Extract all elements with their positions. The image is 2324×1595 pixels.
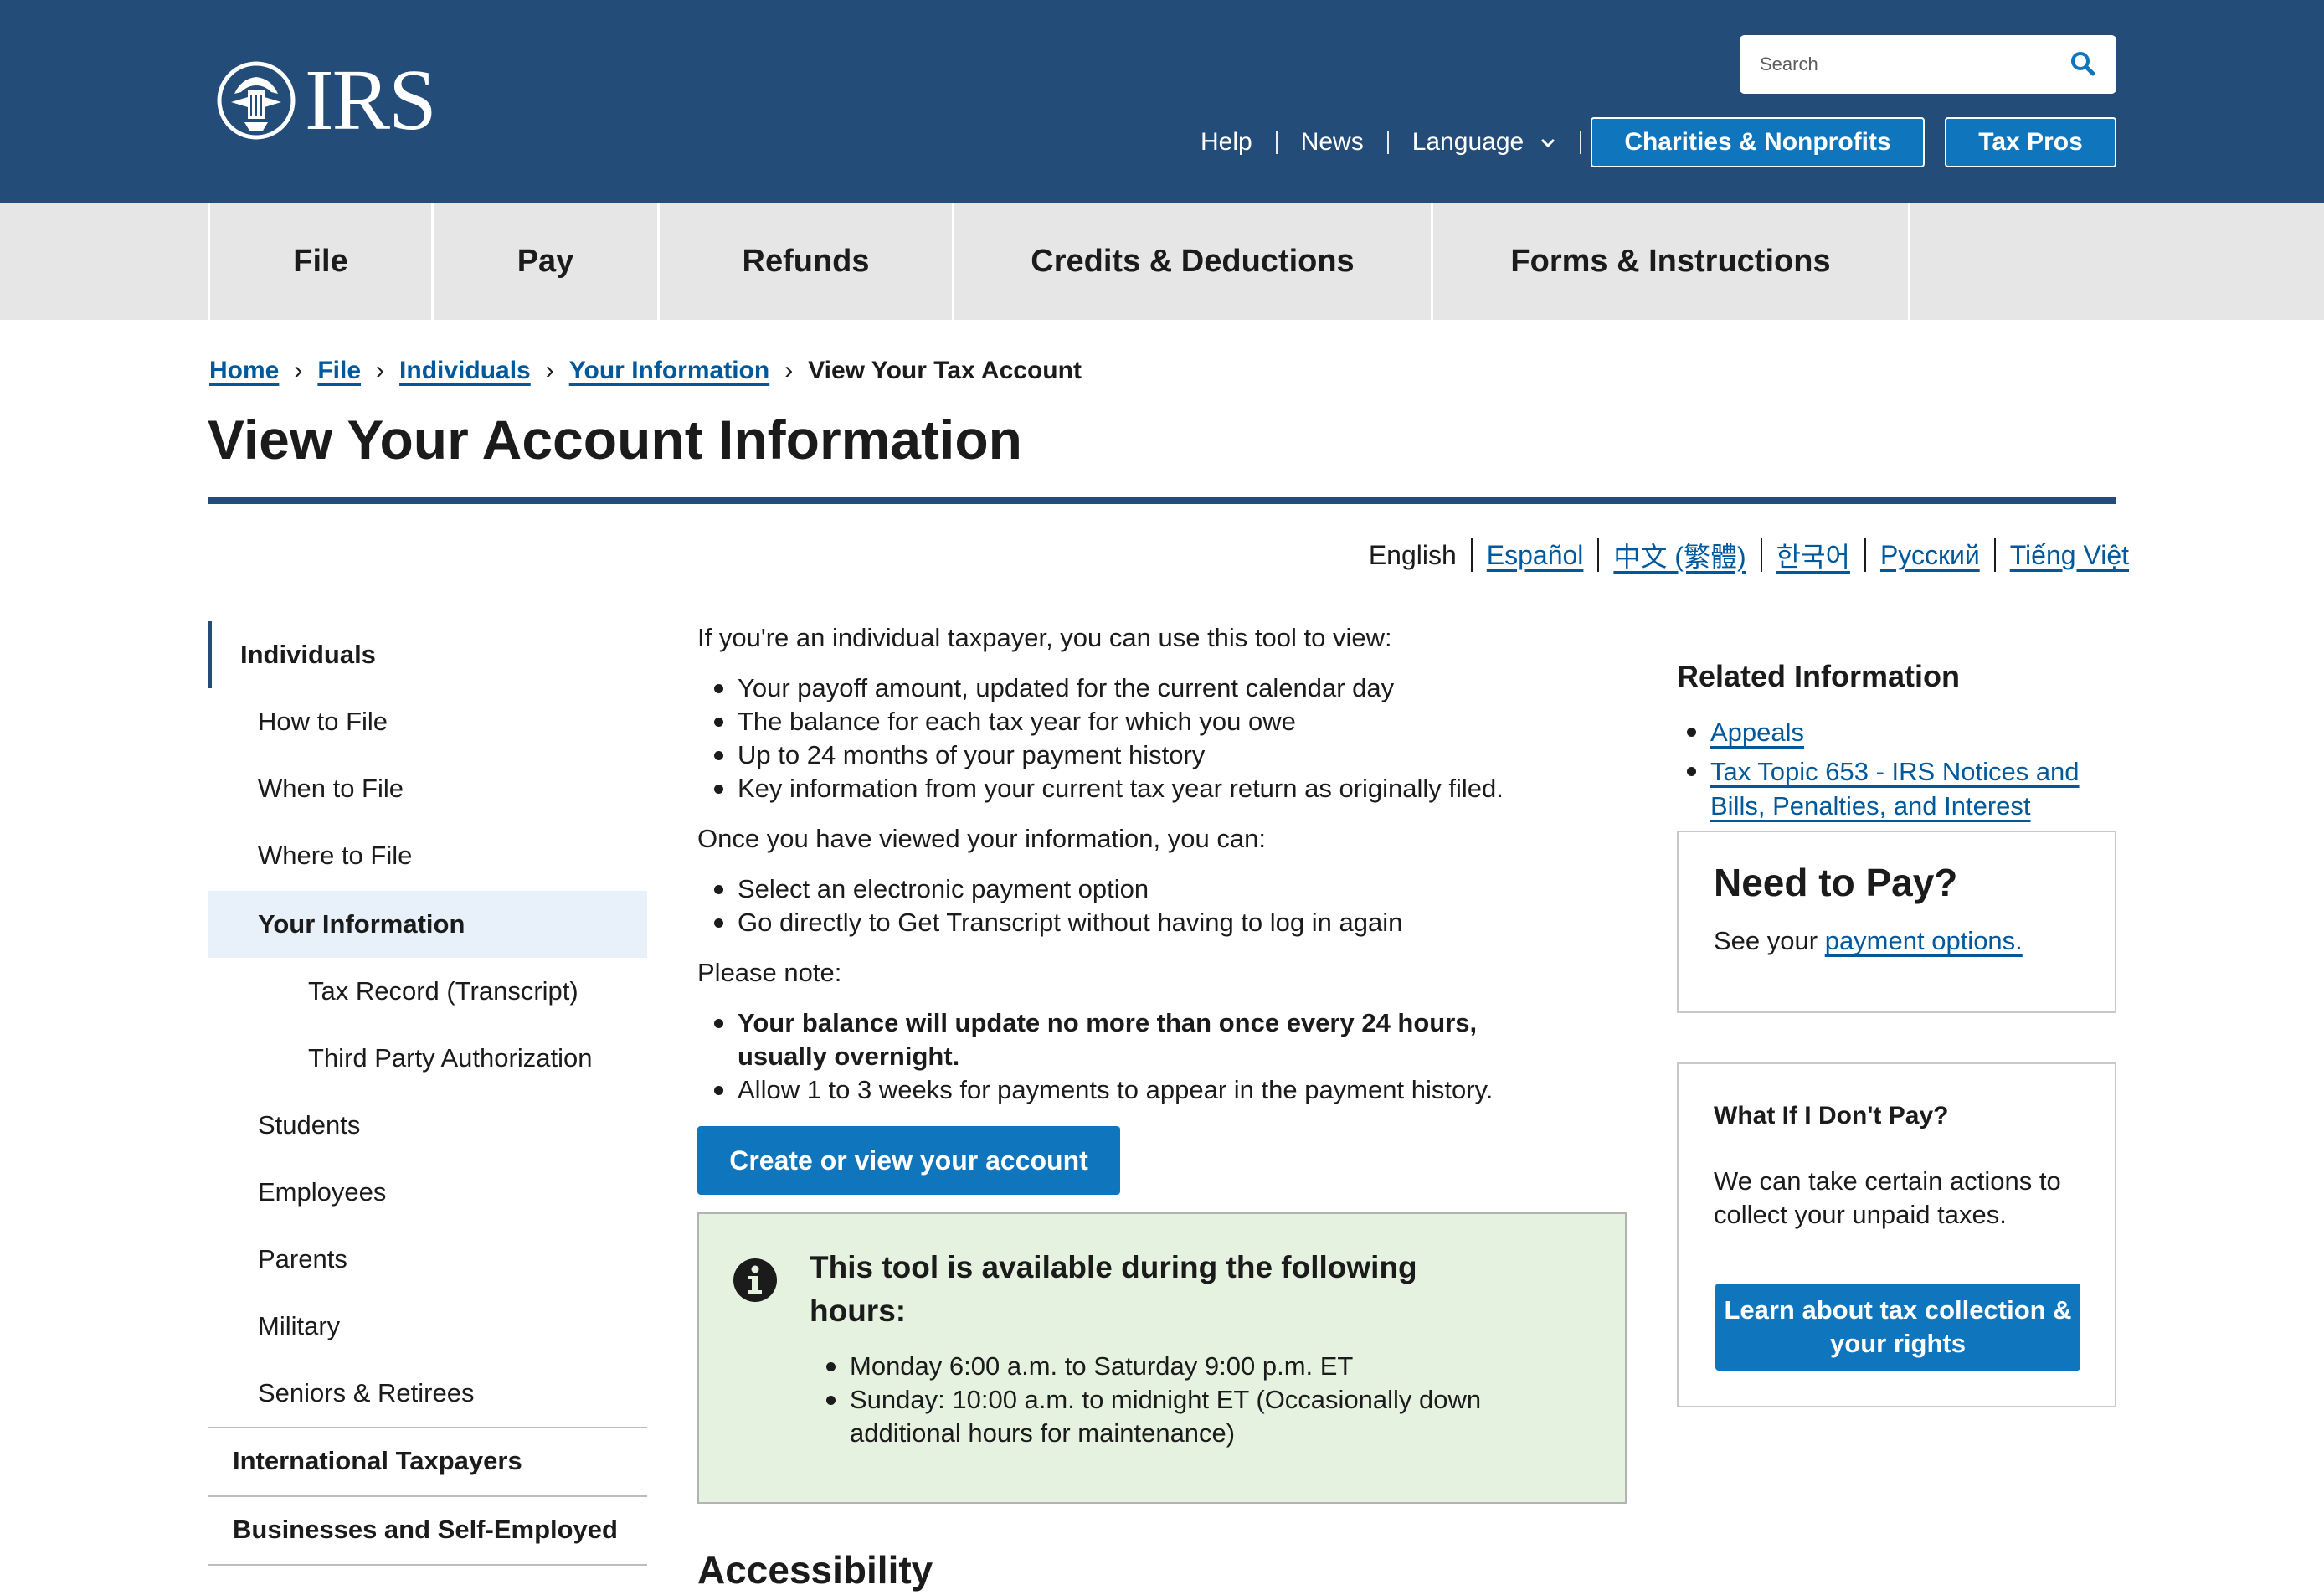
list-item: Key information from your current tax ye… [697, 772, 1627, 805]
utility-nav: Help News Language [1201, 117, 1605, 167]
logo-text: IRS [305, 52, 437, 148]
sidebar-item-third-party-authorization[interactable]: Third Party Authorization [208, 1025, 647, 1092]
sidebar-item-where-to-file[interactable]: Where to File [208, 822, 647, 889]
what-if-dont-pay-card: What If I Don't Pay? We can take certain… [1677, 1062, 2116, 1407]
sidebar-section-international-taxpayers[interactable]: International Taxpayers [208, 1427, 647, 1494]
charities-nonprofits-button[interactable]: Charities & Nonprofits [1591, 117, 1925, 167]
search-box [1740, 35, 2116, 94]
lang-divider [1597, 538, 1600, 572]
lang-spanish[interactable]: Español [1487, 540, 1584, 571]
lang-divider [1993, 538, 1996, 572]
lang-divider [1470, 538, 1473, 572]
nav-file[interactable]: File [208, 203, 431, 320]
sidebar-item-your-information[interactable]: Your Information [208, 891, 647, 958]
main-nav: File Pay Refunds Credits & Deductions Fo… [0, 203, 2324, 320]
lang-russian[interactable]: Русский [1880, 540, 1980, 571]
help-link[interactable]: Help [1201, 128, 1252, 157]
utility-divider [1579, 131, 1581, 154]
hours-list: Monday 6:00 a.m. to Saturday 9:00 p.m. E… [810, 1350, 1530, 1450]
chevron-right-icon: › [784, 357, 794, 384]
after-list: Select an electronic payment option Go d… [697, 872, 1627, 939]
breadcrumb-individuals[interactable]: Individuals [399, 357, 531, 385]
chevron-right-icon: › [545, 357, 554, 384]
need-to-pay-card: Need to Pay? See your payment options. [1677, 831, 2116, 1013]
list-item: Up to 24 months of your payment history [697, 738, 1627, 772]
nav-pay[interactable]: Pay [431, 203, 657, 320]
alert-title: This tool is available during the follow… [810, 1250, 1417, 1328]
dont-pay-text: We can take certain actions to collect y… [1714, 1166, 2061, 1229]
utility-divider [1386, 131, 1389, 154]
utility-divider [1275, 131, 1278, 154]
sidebar-item-military[interactable]: Military [208, 1293, 647, 1360]
learn-tax-collection-button[interactable]: Learn about tax collection & your rights [1715, 1284, 2080, 1371]
after-view-text: Once you have viewed your information, y… [697, 824, 1266, 853]
accessibility-heading: Accessibility [697, 1548, 933, 1592]
need-to-pay-prefix: See your [1714, 926, 1825, 955]
chevron-right-icon: › [294, 357, 303, 384]
breadcrumb-home[interactable]: Home [209, 357, 279, 385]
list-item: Your payoff amount, updated for the curr… [697, 671, 1627, 705]
breadcrumb-file[interactable]: File [317, 357, 361, 385]
site-header: IRS Help News Language Charities & Nonpr… [0, 0, 2324, 203]
language-switcher: English Español 中文 (繁體) 한국어 Русский Tiến… [1369, 536, 2129, 574]
chevron-down-icon [1540, 139, 1555, 148]
need-to-pay-text: See your payment options. [1714, 924, 2023, 958]
need-to-pay-title: Need to Pay? [1714, 861, 1958, 904]
sidebar-item-how-to-file[interactable]: How to File [208, 688, 647, 755]
availability-alert: This tool is available during the follow… [697, 1212, 1627, 1504]
lang-vietnamese[interactable]: Tiếng Việt [2010, 540, 2129, 571]
breadcrumb-your-information[interactable]: Your Information [569, 357, 769, 385]
payment-options-link[interactable]: payment options. [1825, 926, 2023, 955]
intro-text: If you're an individual taxpayer, you ca… [697, 623, 1392, 652]
list-item: Allow 1 to 3 weeks for payments to appea… [697, 1073, 1535, 1107]
irs-logo[interactable]: IRS [216, 52, 437, 148]
create-view-account-button[interactable]: Create or view your account [697, 1126, 1120, 1195]
language-dropdown[interactable]: Language [1412, 128, 1556, 157]
dont-pay-title: What If I Don't Pay? [1714, 1102, 1949, 1129]
nav-credits-deductions[interactable]: Credits & Deductions [952, 203, 1431, 320]
search-input[interactable] [1758, 39, 2071, 90]
lang-korean[interactable]: 한국어 [1776, 536, 1850, 574]
sidebar-item-students[interactable]: Students [208, 1092, 647, 1159]
list-item: Appeals [1677, 715, 2129, 749]
lang-divider [1760, 538, 1762, 572]
related-information-heading: Related Information [1677, 659, 1961, 693]
sidebar-item-individuals[interactable]: Individuals [208, 621, 647, 688]
sidebar-section-businesses-self-employed[interactable]: Businesses and Self-Employed [208, 1495, 647, 1562]
lang-chinese-traditional[interactable]: 中文 (繁體) [1613, 536, 1746, 574]
news-link[interactable]: News [1301, 128, 1364, 157]
breadcrumb-current: View Your Tax Account [808, 357, 1082, 384]
title-divider [208, 497, 2116, 504]
list-item: Sunday: 10:00 a.m. to midnight ET (Occas… [810, 1383, 1530, 1450]
search-icon[interactable] [2069, 50, 2096, 77]
sidebar-divider [208, 1564, 647, 1566]
nav-forms-instructions[interactable]: Forms & Instructions [1431, 203, 1910, 320]
list-item: Your balance will update no more than on… [697, 1006, 1535, 1073]
eagle-emblem-icon [217, 61, 296, 140]
nav-refunds[interactable]: Refunds [657, 203, 952, 320]
breadcrumb: Home › File › Individuals › Your Informa… [209, 350, 1082, 392]
chevron-right-icon: › [376, 357, 385, 384]
sidebar-item-seniors-retirees[interactable]: Seniors & Retirees [208, 1360, 647, 1427]
lang-divider [1864, 538, 1866, 572]
language-label: Language [1411, 128, 1524, 156]
view-list: Your payoff amount, updated for the curr… [697, 671, 1627, 805]
lang-english: English [1368, 539, 1457, 570]
sidebar-item-parents[interactable]: Parents [208, 1226, 647, 1293]
tax-pros-button[interactable]: Tax Pros [1945, 117, 2116, 167]
info-icon [733, 1258, 777, 1302]
note-list: Your balance will update no more than on… [697, 1006, 1535, 1107]
list-item: Go directly to Get Transcript without ha… [697, 906, 1627, 939]
note-intro-text: Please note: [697, 958, 842, 987]
list-item: Select an electronic payment option [697, 872, 1627, 906]
sidebar-item-when-to-file[interactable]: When to File [208, 755, 647, 822]
list-item: The balance for each tax year for which … [697, 705, 1627, 738]
appeals-link[interactable]: Appeals [1710, 718, 1804, 747]
sidebar-item-tax-record[interactable]: Tax Record (Transcript) [208, 958, 647, 1025]
sidebar-item-employees[interactable]: Employees [208, 1159, 647, 1226]
list-item: Monday 6:00 a.m. to Saturday 9:00 p.m. E… [810, 1350, 1530, 1383]
page-title: View Your Account Information [208, 409, 1022, 471]
